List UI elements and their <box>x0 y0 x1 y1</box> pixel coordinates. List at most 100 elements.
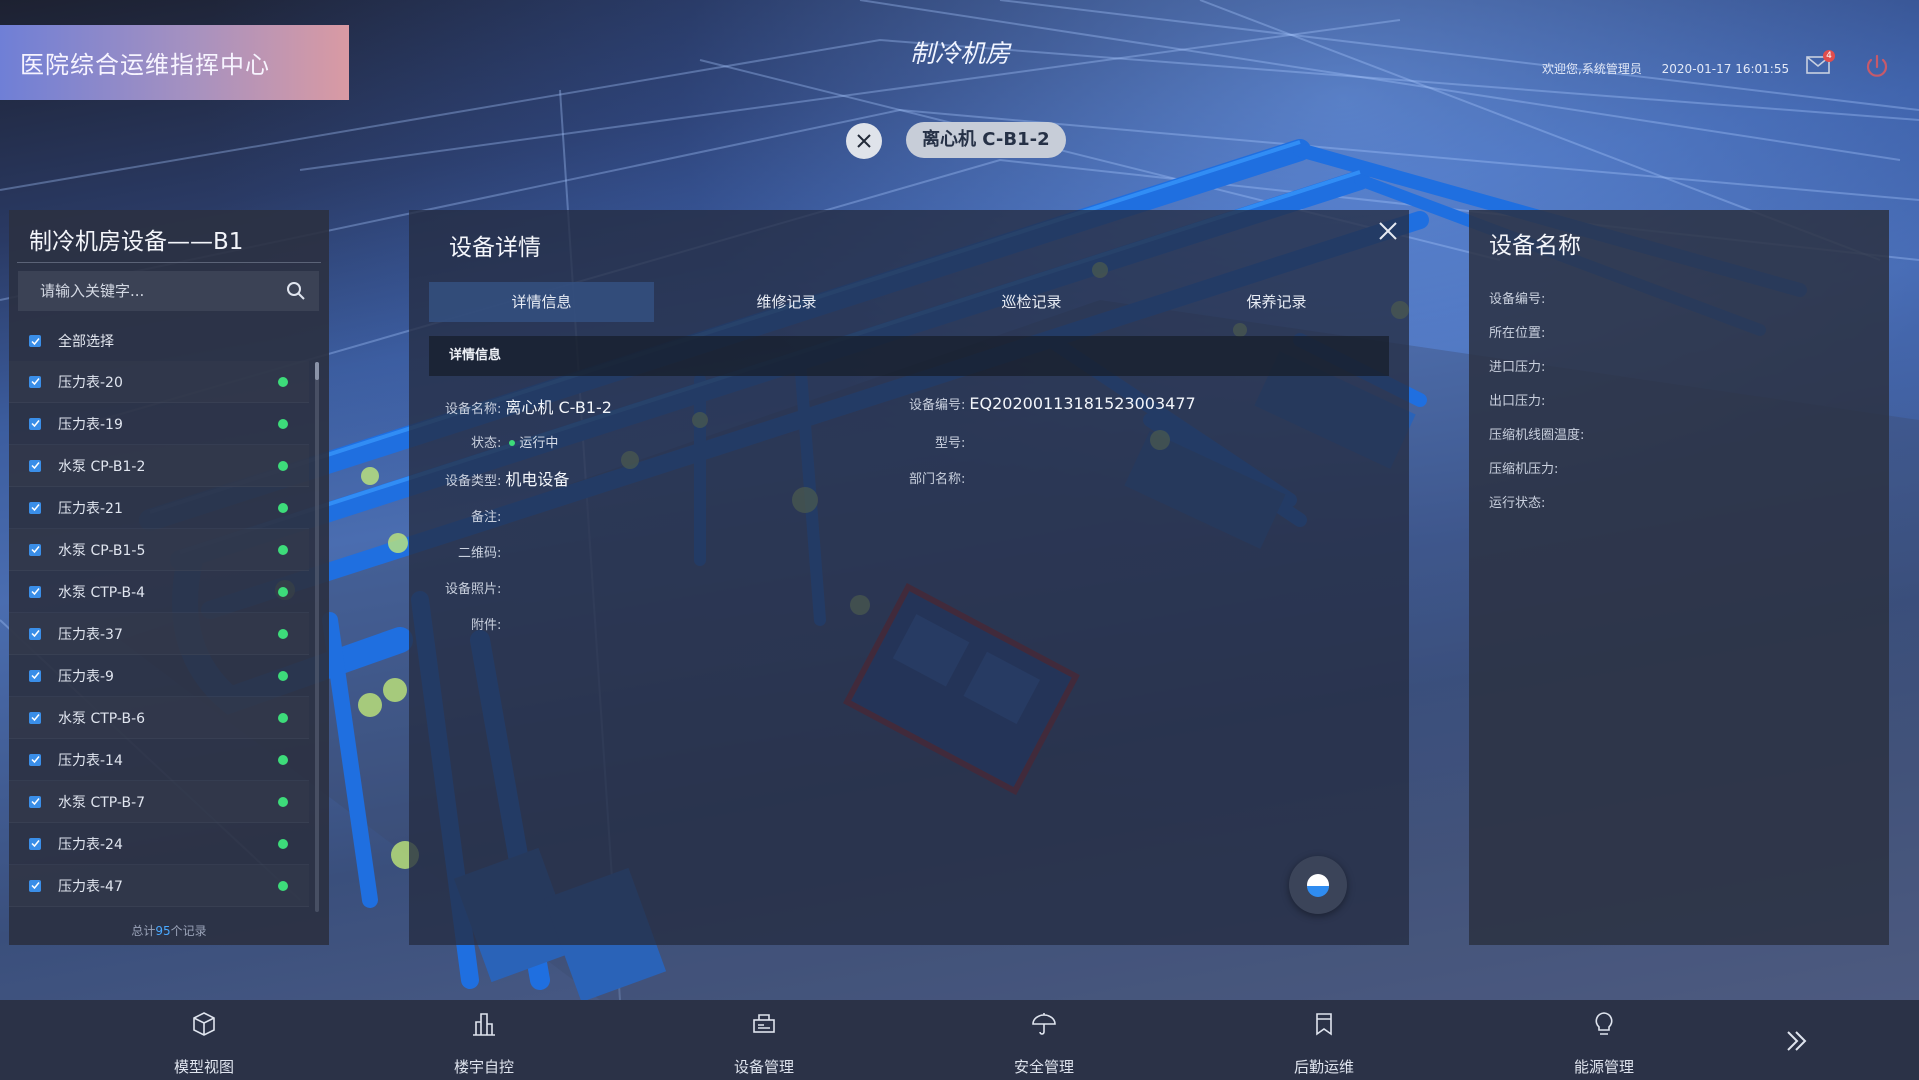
field-remark: 备注: <box>471 510 502 525</box>
list-item[interactable]: 压力表-21 <box>9 487 309 529</box>
checkbox-icon[interactable] <box>29 585 41 598</box>
list-item[interactable]: 压力表-19 <box>9 403 309 445</box>
field-label: 设备编号: <box>909 398 966 413</box>
field-value: 机电设备 <box>505 470 570 489</box>
field-photo: 设备照片: <box>445 582 502 597</box>
list-item-label: 压力表-24 <box>58 836 123 853</box>
checkbox-icon[interactable] <box>29 837 41 850</box>
chip-close-button[interactable] <box>846 123 882 159</box>
nav-safety-management[interactable]: 安全管理 <box>974 1000 1114 1080</box>
list-item[interactable]: 水泵 CP-B1-5 <box>9 529 309 571</box>
list-item[interactable]: 水泵 CTP-B-4 <box>9 571 309 613</box>
status-dot <box>278 377 288 387</box>
close-icon[interactable] <box>1377 220 1399 242</box>
list-item-label: 压力表-21 <box>58 500 123 517</box>
status-dot <box>278 587 288 597</box>
status-dot <box>278 629 288 639</box>
attr-run-status: 运行状态: <box>1489 496 1546 511</box>
bookmark-icon <box>1316 1013 1332 1036</box>
device-attributes-panel: 设备名称 设备编号: 所在位置: 进口压力: 出口压力: 压缩机线圈温度: 压缩… <box>1469 210 1889 945</box>
checkbox-icon[interactable] <box>29 711 41 724</box>
field-device-code: 设备编号: EQ20200113181523003477 <box>909 394 1196 413</box>
detail-tabs: 详情信息 维修记录 巡检记录 保养记录 <box>429 282 1389 322</box>
lightbulb-icon <box>1595 1012 1613 1035</box>
attr-coil-temperature: 压缩机线圈温度: <box>1489 428 1585 443</box>
checkbox-icon[interactable] <box>29 669 41 682</box>
list-item[interactable]: 水泵 CTP-B-7 <box>9 781 309 823</box>
checkbox-icon[interactable] <box>29 543 41 556</box>
list-item[interactable]: 压力表-14 <box>9 739 309 781</box>
list-item[interactable]: 压力表-47 <box>9 865 309 907</box>
field-label: 设备类型: <box>445 474 502 489</box>
checkbox-icon[interactable] <box>29 753 41 766</box>
status-dot <box>278 419 288 429</box>
attr-inlet-pressure: 进口压力: <box>1489 360 1546 375</box>
nav-label: 模型视图 <box>173 1058 234 1076</box>
device-list-title: 制冷机房设备——B1 <box>29 229 244 255</box>
search-icon[interactable] <box>286 281 306 301</box>
field-value: EQ20200113181523003477 <box>969 394 1196 413</box>
total-suffix: 个记录 <box>170 924 207 938</box>
list-item-label: 水泵 CP-B1-5 <box>58 542 146 559</box>
list-scrollbar[interactable] <box>315 362 319 912</box>
tab-detail-info[interactable]: 详情信息 <box>429 282 654 322</box>
list-item-label: 压力表-37 <box>58 626 123 643</box>
device-detail-panel: 设备详情 详情信息 维修记录 巡检记录 保养记录 详情信息 设备名称: 离心机 C… <box>409 210 1409 945</box>
water-drop-icon <box>1307 874 1329 897</box>
attr-compressor-pressure: 压缩机压力: <box>1489 462 1559 477</box>
list-item[interactable]: 压力表-24 <box>9 823 309 865</box>
list-item[interactable]: 压力表-20 <box>9 361 309 403</box>
datetime-text: 2020-01-17 16:01:55 <box>1661 62 1790 76</box>
attr-device-code: 设备编号: <box>1489 292 1546 307</box>
detail-title: 设备详情 <box>449 235 541 261</box>
water-level-button[interactable] <box>1289 856 1347 914</box>
selected-device-chip[interactable]: 离心机 C-B1-2 <box>906 122 1066 158</box>
nav-logistics-ops[interactable]: 后勤运维 <box>1254 1000 1394 1080</box>
power-icon[interactable] <box>1864 54 1890 80</box>
list-item[interactable]: 压力表-9 <box>9 655 309 697</box>
list-item-label: 压力表-47 <box>58 878 123 895</box>
select-all-checkbox[interactable]: 全部选择 <box>29 331 114 351</box>
list-item-label: 压力表-14 <box>58 752 123 769</box>
checkbox-icon[interactable] <box>29 375 41 388</box>
checkbox-icon[interactable] <box>29 501 41 514</box>
field-device-type: 设备类型: 机电设备 <box>445 466 569 490</box>
search-box <box>18 271 319 311</box>
field-status: 状态: 运行中 <box>471 432 558 451</box>
umbrella-icon <box>1032 1013 1056 1035</box>
tab-maintenance-records[interactable]: 保养记录 <box>1164 282 1389 322</box>
nav-model-view[interactable]: 模型视图 <box>134 1000 274 1080</box>
nav-building-control[interactable]: 楼宇自控 <box>414 1000 554 1080</box>
search-input[interactable] <box>18 271 268 311</box>
checkbox-icon[interactable] <box>29 459 41 472</box>
equipment-icon <box>753 1014 775 1033</box>
mail-badge: 4 <box>1823 50 1835 62</box>
status-dot <box>278 671 288 681</box>
field-attachment: 附件: <box>471 618 502 633</box>
checkbox-icon[interactable] <box>29 627 41 640</box>
list-item-label: 水泵 CTP-B-4 <box>58 584 146 601</box>
list-item[interactable]: 水泵 CTP-B-6 <box>9 697 309 739</box>
checkbox-icon[interactable] <box>29 795 41 808</box>
select-all-label: 全部选择 <box>58 334 114 350</box>
checkbox-icon[interactable] <box>29 879 41 892</box>
field-value: 运行中 <box>519 436 559 451</box>
tab-inspection-records[interactable]: 巡检记录 <box>919 282 1144 322</box>
status-dot <box>278 461 288 471</box>
nav-label: 楼宇自控 <box>453 1058 514 1076</box>
list-item[interactable]: 压力表-37 <box>9 613 309 655</box>
attr-location: 所在位置: <box>1489 326 1546 341</box>
nav-equipment-management[interactable]: 设备管理 <box>694 1000 834 1080</box>
total-prefix: 总计 <box>131 924 156 938</box>
field-department: 部门名称: <box>909 472 966 487</box>
list-item[interactable]: 水泵 CP-B1-2 <box>9 445 309 487</box>
list-item-label: 水泵 CTP-B-7 <box>58 794 146 811</box>
nav-label: 安全管理 <box>1013 1058 1074 1076</box>
checkbox-icon[interactable] <box>29 417 41 430</box>
divider <box>17 262 321 263</box>
tab-repair-records[interactable]: 维修记录 <box>674 282 899 322</box>
list-item-label: 压力表-20 <box>58 374 123 391</box>
list-scrollbar-thumb[interactable] <box>315 362 319 380</box>
chevron-double-right-icon[interactable] <box>1782 1026 1812 1056</box>
nav-energy-management[interactable]: 能源管理 <box>1534 1000 1674 1080</box>
